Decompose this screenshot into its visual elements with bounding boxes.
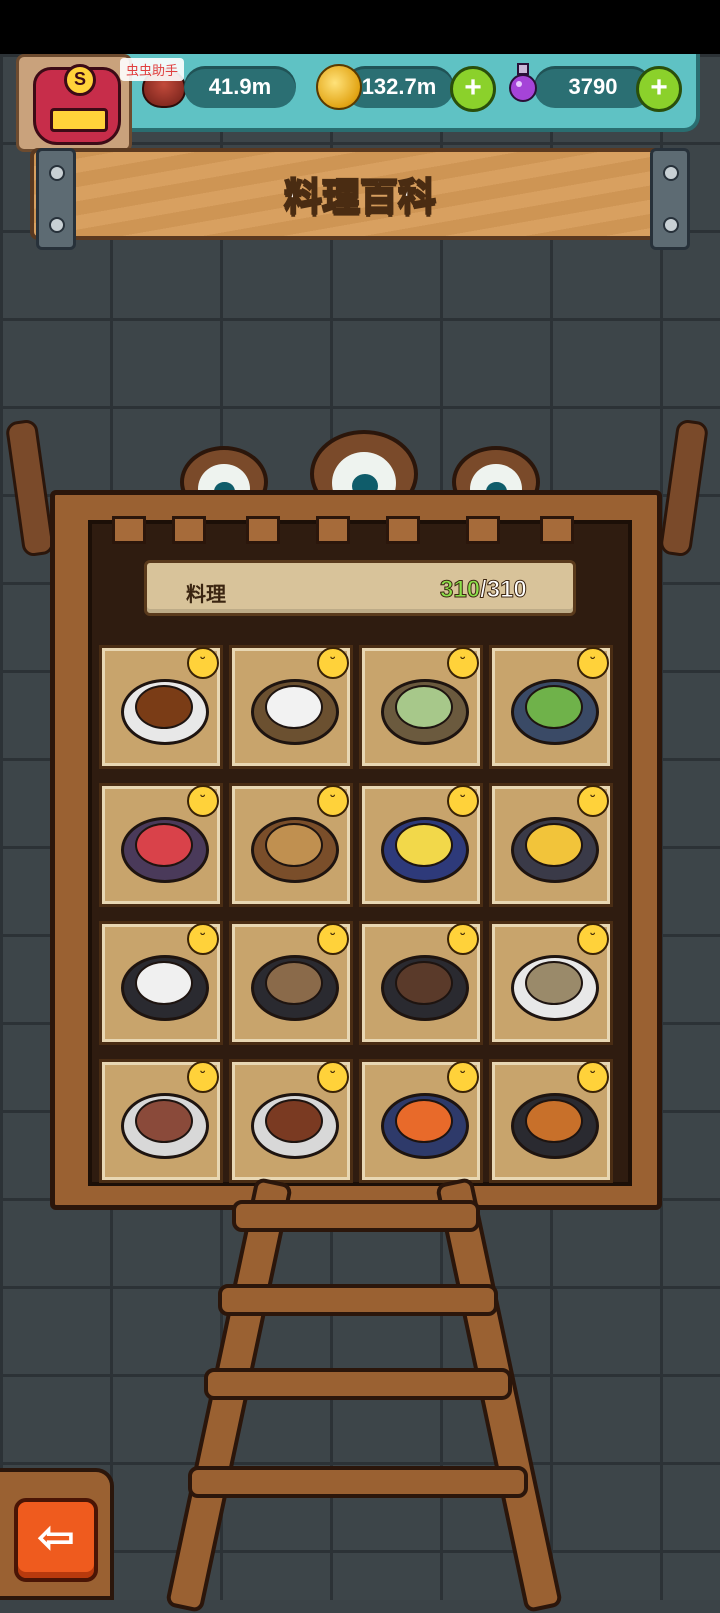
skewer-chicken-dish-icon	[525, 1099, 583, 1143]
progress-separator: /	[480, 576, 488, 604]
dish-tile-bibimbap-dish[interactable]: ˘	[99, 921, 223, 1045]
bibimbap-dish-icon	[135, 961, 193, 1005]
happy-face-badge-icon: ˘	[447, 647, 479, 679]
resource-bar: 41.9m 132.7m + 3790 +	[110, 54, 700, 132]
happy-face-badge-icon: ˘	[187, 1061, 219, 1093]
meatball-dish-icon	[265, 1099, 323, 1143]
player-avatar[interactable]: S	[16, 54, 132, 152]
happy-face-badge-icon: ˘	[317, 785, 349, 817]
potion-icon	[509, 63, 537, 102]
happy-face-badge-icon: ˘	[317, 1061, 349, 1093]
dish-tile-rice-ball-dish[interactable]: ˘	[229, 645, 353, 769]
dish-tile-dumpling-noodle-dish[interactable]: ˘	[489, 921, 613, 1045]
back-button[interactable]: ⇦	[14, 1498, 98, 1582]
noodle-bowl-dish-icon	[265, 961, 323, 1005]
board-crenel	[386, 516, 420, 544]
egg-dish-icon	[135, 685, 193, 729]
mushroom-bowl-dish-icon	[265, 823, 323, 867]
sliced-meat-dish-icon	[135, 1099, 193, 1143]
dish-tile-beef-noodle-dish[interactable]: ˘	[359, 921, 483, 1045]
cheese-soup-dish-icon	[395, 823, 453, 867]
fish-rice-dish-icon	[395, 685, 453, 729]
rank-badge: S	[64, 64, 96, 96]
happy-face-badge-icon: ˘	[187, 923, 219, 955]
crab-rice-dish-icon	[135, 823, 193, 867]
helper-tag: 虫虫助手	[120, 58, 185, 81]
happy-face-badge-icon: ˘	[317, 923, 349, 955]
happy-face-badge-icon: ˘	[577, 1061, 609, 1093]
dumpling-noodle-dish-icon	[525, 961, 583, 1005]
ladder-rung	[204, 1368, 512, 1400]
board-crenel	[316, 516, 350, 544]
progress-label: 料理	[186, 584, 226, 606]
coin-icon	[316, 64, 362, 110]
monster-mouth-icon	[50, 108, 108, 132]
dish-tile-cheese-soup-dish[interactable]: ˘	[359, 783, 483, 907]
potion-counter: 3790	[534, 66, 652, 108]
board-crenel	[466, 516, 500, 544]
happy-face-badge-icon: ˘	[187, 785, 219, 817]
happy-face-badge-icon: ˘	[577, 785, 609, 817]
add-potion-button[interactable]: +	[636, 66, 682, 112]
happy-face-badge-icon: ˘	[577, 647, 609, 679]
monster-face-icon: S	[33, 64, 121, 145]
progress-count: 310/310	[439, 576, 527, 604]
dish-tile-skewer-chicken-dish[interactable]: ˘	[489, 1059, 613, 1183]
progress-total: 310	[486, 576, 527, 604]
happy-face-badge-icon: ˘	[317, 647, 349, 679]
page-title: 料理百科	[283, 176, 437, 220]
rice-ball-dish-icon	[265, 685, 323, 729]
dish-tile-lettuce-dish[interactable]: ˘	[489, 645, 613, 769]
tomato-egg-dish-icon	[525, 823, 583, 867]
add-coins-button[interactable]: +	[450, 66, 496, 112]
back-arrow-icon: ⇦	[37, 1513, 75, 1562]
board-crenel	[540, 516, 574, 544]
dish-tile-meatball-dish[interactable]: ˘	[229, 1059, 353, 1183]
board-crenel	[246, 516, 280, 544]
board-crenel	[112, 516, 146, 544]
ladder-rung	[188, 1466, 528, 1498]
board-crenel	[172, 516, 206, 544]
dish-tile-crab-rice-dish[interactable]: ˘	[99, 783, 223, 907]
dish-tile-mushroom-bowl-dish[interactable]: ˘	[229, 783, 353, 907]
dish-tile-fish-rice-dish[interactable]: ˘	[359, 645, 483, 769]
happy-face-badge-icon: ˘	[577, 923, 609, 955]
dish-tile-egg-dish[interactable]: ˘	[99, 645, 223, 769]
dish-tile-sliced-meat-dish[interactable]: ˘	[99, 1059, 223, 1183]
status-bar	[0, 0, 720, 54]
dish-tile-spicy-chicken-dish[interactable]: ˘	[359, 1059, 483, 1183]
happy-face-badge-icon: ˘	[447, 785, 479, 817]
ladder-rung	[218, 1284, 498, 1316]
happy-face-badge-icon: ˘	[447, 1061, 479, 1093]
beef-noodle-dish-icon	[395, 961, 453, 1005]
meat-counter: 41.9m	[184, 66, 296, 108]
lettuce-dish-icon	[525, 685, 583, 729]
ladder-rung	[232, 1200, 480, 1232]
happy-face-badge-icon: ˘	[187, 647, 219, 679]
dish-tile-noodle-bowl-dish[interactable]: ˘	[229, 921, 353, 1045]
happy-face-badge-icon: ˘	[447, 923, 479, 955]
spicy-chicken-dish-icon	[395, 1099, 453, 1143]
dish-tile-tomato-egg-dish[interactable]: ˘	[489, 783, 613, 907]
progress-collected: 310	[439, 576, 481, 604]
